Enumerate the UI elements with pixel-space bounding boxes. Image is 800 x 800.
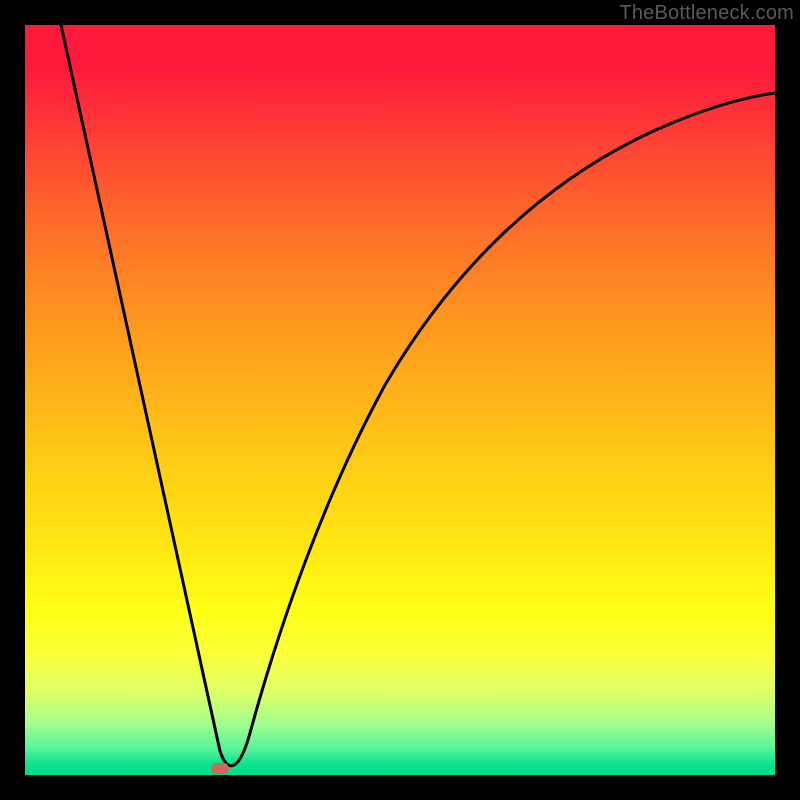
chart-frame: [25, 25, 775, 775]
bottleneck-curve: [25, 25, 775, 775]
optimal-point-marker: [211, 763, 229, 774]
curve-left-segment: [61, 25, 220, 751]
curve-right-segment: [220, 93, 775, 766]
attribution-watermark: TheBottleneck.com: [619, 2, 794, 25]
